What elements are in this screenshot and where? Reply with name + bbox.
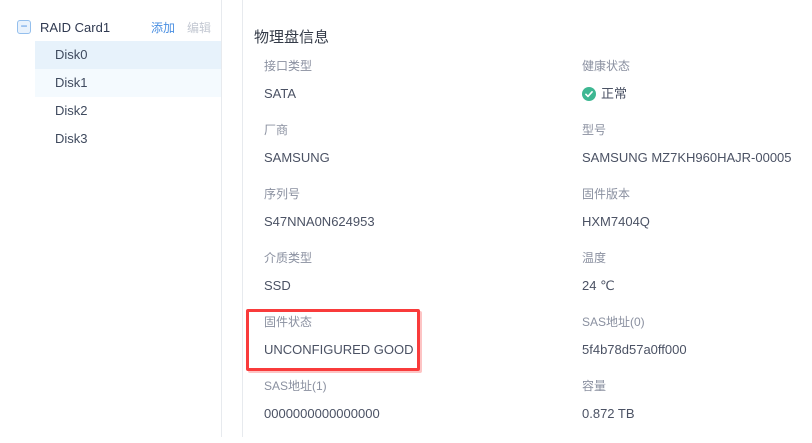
- field-value: 5f4b78d57a0ff000: [582, 342, 804, 358]
- sidebar: − RAID Card1 添加 编辑 Disk0 Disk1 Disk2 Dis…: [0, 0, 222, 437]
- field-health-status: 健康状态 正常: [582, 59, 804, 123]
- edit-link[interactable]: 编辑: [187, 19, 211, 36]
- sidebar-item-disk2[interactable]: Disk2: [35, 97, 221, 125]
- field-label: 容量: [582, 379, 804, 393]
- field-value: HXM7404Q: [582, 214, 804, 230]
- field-vendor: 厂商 SAMSUNG: [264, 123, 582, 187]
- sidebar-item-disk1[interactable]: Disk1: [35, 69, 221, 97]
- field-media-type: 介质类型 SSD: [264, 251, 582, 315]
- field-label: 温度: [582, 251, 804, 265]
- field-value: 0.872 TB: [582, 406, 804, 422]
- physical-disk-detail-panel: 物理盘信息 接口类型 SATA 健康状态 正常 厂商 SAMSUNG: [242, 0, 812, 437]
- field-value: SAMSUNG: [264, 150, 582, 166]
- field-label: 固件状态: [264, 315, 582, 329]
- sidebar-item-disk0[interactable]: Disk0: [35, 41, 221, 69]
- sidebar-item-disk3[interactable]: Disk3: [35, 125, 221, 153]
- add-link[interactable]: 添加: [151, 19, 175, 36]
- check-circle-icon: [582, 87, 596, 101]
- tree-node-raid-card[interactable]: − RAID Card1 添加 编辑: [0, 13, 221, 41]
- page-title: 物理盘信息: [254, 26, 329, 47]
- field-temperature: 温度 24 ℃: [582, 251, 804, 315]
- field-serial-number: 序列号 S47NNA0N624953: [264, 187, 582, 251]
- field-value: SATA: [264, 86, 582, 102]
- field-value: 24 ℃: [582, 278, 804, 294]
- field-firmware-state: 固件状态 UNCONFIGURED GOOD: [264, 315, 582, 379]
- field-value: SSD: [264, 278, 582, 294]
- collapse-minus-icon[interactable]: −: [17, 20, 31, 34]
- tree-node-label: RAID Card1: [40, 20, 139, 35]
- field-interface-type: 接口类型 SATA: [264, 59, 582, 123]
- field-label: SAS地址(0): [582, 315, 804, 329]
- field-label: 厂商: [264, 123, 582, 137]
- disk-list: Disk0 Disk1 Disk2 Disk3: [0, 41, 221, 153]
- field-value: SAMSUNG MZ7KH960HAJR-00005: [582, 150, 804, 166]
- field-sas-address-1: SAS地址(1) 0000000000000000: [264, 379, 582, 443]
- field-sas-address-0: SAS地址(0) 5f4b78d57a0ff000: [582, 315, 804, 379]
- field-label: 型号: [582, 123, 804, 137]
- health-status-text: 正常: [601, 86, 627, 102]
- field-firmware-version: 固件版本 HXM7404Q: [582, 187, 804, 251]
- field-capacity: 容量 0.872 TB: [582, 379, 804, 443]
- field-model: 型号 SAMSUNG MZ7KH960HAJR-00005: [582, 123, 804, 187]
- field-value: 0000000000000000: [264, 406, 582, 422]
- field-value: UNCONFIGURED GOOD: [264, 342, 582, 358]
- field-label: 序列号: [264, 187, 582, 201]
- field-label: 固件版本: [582, 187, 804, 201]
- field-label: 介质类型: [264, 251, 582, 265]
- field-label: 接口类型: [264, 59, 582, 73]
- field-grid: 接口类型 SATA 健康状态 正常 厂商 SAMSUNG 型号 SAMSUNG …: [264, 59, 804, 443]
- field-label: 健康状态: [582, 59, 804, 73]
- field-label: SAS地址(1): [264, 379, 582, 393]
- field-value: 正常: [582, 86, 804, 102]
- field-value: S47NNA0N624953: [264, 214, 582, 230]
